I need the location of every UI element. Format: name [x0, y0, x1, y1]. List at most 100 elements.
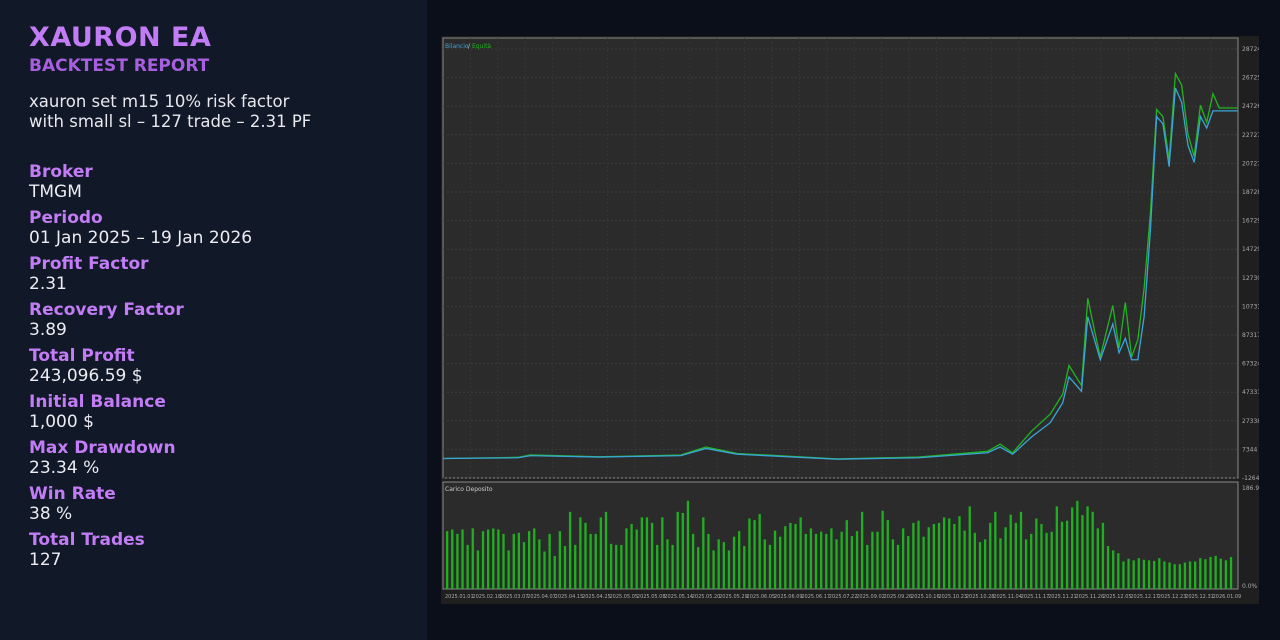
load-bar [650, 522, 654, 589]
load-bar [609, 543, 613, 589]
load-bar [1117, 553, 1120, 589]
load-bar [1106, 546, 1110, 589]
load-bar [768, 544, 772, 589]
stat-win-rate: Win Rate 38 % [29, 484, 398, 524]
load-bar [584, 522, 587, 589]
load-bar [471, 528, 474, 589]
report-description: xauron set m15 10% risk factor with smal… [29, 92, 398, 132]
load-bar [917, 520, 920, 589]
load-bar [1004, 527, 1007, 589]
load-bar [656, 544, 659, 589]
description-line: xauron set m15 10% risk factor [29, 92, 290, 111]
load-bar [1065, 520, 1069, 589]
equity-plot-area [442, 37, 1239, 479]
load-bar [881, 510, 884, 589]
load-bar [983, 539, 987, 589]
load-bar [620, 544, 623, 589]
backtest-chart: 287249 267256 247263 227270 207276 187283 1672… [441, 36, 1265, 604]
load-bar [1055, 506, 1058, 589]
stat-label: Total Trades [29, 530, 145, 550]
stat-periodo: Periodo 01 Jan 2025 – 19 Jan 2026 [29, 208, 398, 248]
stat-label: Broker [29, 162, 93, 182]
stat-label: Recovery Factor [29, 300, 184, 320]
load-bar [451, 529, 454, 589]
x-tick-label: 2025.05.20 [692, 594, 721, 600]
stat-value: 127 [29, 550, 62, 570]
load-bar [1009, 514, 1012, 589]
load-bar [804, 533, 807, 589]
y-tick-label: 227270 [1242, 132, 1259, 139]
load-bar [1030, 533, 1033, 589]
stat-broker: Broker TMGM [29, 162, 398, 202]
load-bar [1050, 531, 1053, 589]
load-bar [978, 542, 982, 589]
load-bar [712, 550, 715, 589]
load-bar [830, 528, 833, 589]
load-bar [866, 544, 869, 589]
load-bar [630, 523, 633, 589]
x-tick-label: 2025.11.26 [1076, 594, 1105, 600]
load-bar [517, 532, 521, 589]
load-bar [758, 514, 761, 589]
load-bar [579, 517, 582, 589]
x-tick-label: 2025.12.31 [1185, 594, 1214, 600]
legend-equity: Equità [472, 43, 491, 50]
y-tick-label: 87317 [1242, 332, 1259, 339]
x-tick-label: 2025.12.23 [1158, 594, 1187, 600]
load-bar [1040, 523, 1043, 589]
load-bar [927, 527, 930, 589]
load-bar [896, 544, 900, 589]
stat-max-drawdown: Max Drawdown 23.34 % [29, 438, 398, 478]
load-bar [574, 544, 577, 589]
load-bar [845, 520, 848, 589]
load-bar [732, 536, 736, 589]
load-bar [1091, 511, 1094, 589]
load-bar [891, 539, 895, 589]
load-bar [1219, 558, 1222, 589]
load-bar [1019, 511, 1023, 589]
load-bar [1163, 561, 1166, 589]
y-tick-label: 267256 [1242, 75, 1259, 82]
x-tick-label: 2025.10.28 [966, 594, 995, 600]
load-y-tick: 186.9% [1242, 485, 1259, 492]
x-tick-label: 2025.05.14 [664, 594, 693, 600]
load-bar [763, 539, 766, 589]
x-tick-label: 2025.05.05 [609, 594, 638, 600]
chart-svg: 287249 267256 247263 227270 207276 187283 1672… [441, 36, 1265, 604]
stat-value: 01 Jan 2025 – 19 Jan 2026 [29, 228, 253, 248]
legend-balance: Bilancio [445, 43, 469, 50]
y-tick-label: 247263 [1242, 103, 1259, 110]
x-tick-label: 2025.06.09 [774, 594, 803, 600]
load-bar [666, 539, 669, 589]
load-bar [707, 533, 710, 589]
load-bar [599, 517, 603, 589]
load-bar [876, 531, 879, 589]
x-tick-label: 2025.10.23 [938, 594, 967, 600]
stat-value: 1,000 $ [29, 412, 94, 432]
load-bar [1168, 562, 1171, 589]
description-line: with small sl – 127 trade – 2.31 PF [29, 112, 312, 131]
load-bar [727, 550, 731, 589]
load-bar [784, 526, 787, 589]
load-bar [1158, 558, 1161, 589]
load-bar [661, 517, 664, 589]
load-bar [799, 517, 802, 589]
load-bar [1096, 528, 1099, 589]
load-bar [615, 544, 618, 589]
stat-initial-balance: Initial Balance 1,000 $ [29, 392, 398, 432]
load-bar [948, 518, 951, 589]
load-bar [446, 531, 449, 589]
x-tick-label: 2025.04.15 [555, 594, 584, 600]
load-bar [1081, 515, 1084, 589]
y-tick-label: 187283 [1242, 189, 1259, 196]
load-bar [1137, 558, 1140, 589]
load-bar [1071, 507, 1074, 589]
load-bar [456, 533, 459, 589]
load-bar [738, 531, 741, 589]
x-tick-label: 2025.02.18 [472, 594, 501, 600]
x-tick-label: 2025.12.17 [1130, 594, 1159, 600]
load-bar [1076, 500, 1079, 589]
report-title: XAURON EA [29, 22, 212, 53]
x-tick-label: 2025.06.05 [747, 594, 776, 600]
load-bar [645, 517, 649, 589]
